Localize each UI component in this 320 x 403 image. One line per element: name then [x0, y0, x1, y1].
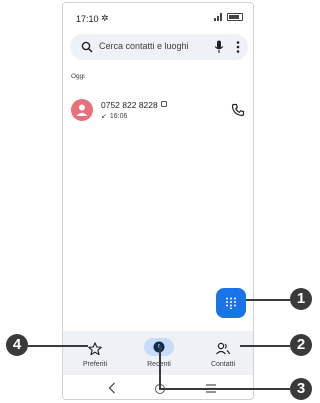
status-time: 17:10 [76, 14, 99, 24]
tab-contacts-label: Contatti [210, 361, 236, 368]
call-time: 16:06 [109, 113, 128, 120]
dialpad-icon [226, 297, 236, 309]
call-number: 0752 822 8228 [101, 100, 158, 110]
avatar [71, 99, 93, 121]
more-options-icon[interactable] [236, 40, 240, 54]
callout-badge-2: 2 [290, 334, 312, 356]
incoming-call-icon: ↙ [101, 113, 107, 120]
star-icon [88, 342, 102, 356]
callout-leader-4 [28, 345, 88, 347]
section-header: Oggi [71, 73, 85, 80]
mic-icon[interactable] [214, 40, 224, 54]
gear-icon: ✲ [101, 13, 109, 23]
phone-call-icon[interactable] [231, 103, 245, 117]
person-icon [76, 104, 88, 116]
callout-leader-1 [246, 299, 290, 301]
search-bar[interactable]: Cerca contatti e luoghi [70, 34, 248, 60]
tab-favorites[interactable]: Preferiti [65, 331, 125, 375]
sim-icon [161, 101, 167, 107]
tab-favorites-label: Preferiti [82, 361, 108, 368]
callout-leader-3-vertical [159, 345, 161, 389]
signal-icon [214, 13, 222, 21]
search-icon [81, 41, 93, 53]
call-meta: ↙ 16:06 [101, 112, 127, 120]
status-bar: 17:10 ✲ [63, 3, 253, 33]
battery-icon [227, 13, 243, 21]
callout-badge-3: 3 [290, 378, 312, 400]
callout-badge-1: 1 [290, 288, 312, 310]
search-placeholder: Cerca contatti e luoghi [99, 41, 189, 51]
phone-screen: 17:10 ✲ Cerca contatti e luoghi Oggi 075… [62, 2, 254, 400]
back-icon[interactable] [108, 382, 116, 394]
status-icons [214, 13, 243, 21]
callout-leader-3-horizontal [159, 388, 290, 390]
callout-badge-4: 4 [6, 334, 28, 356]
call-log-row[interactable]: 0752 822 8228 ↙ 16:06 [63, 93, 253, 131]
bottom-nav: Preferiti Recenti Contatti [63, 331, 253, 375]
contacts-icon [216, 342, 231, 355]
dialpad-button[interactable] [216, 288, 246, 318]
callout-leader-2 [240, 345, 290, 347]
tab-contacts[interactable]: Contatti [193, 331, 253, 375]
